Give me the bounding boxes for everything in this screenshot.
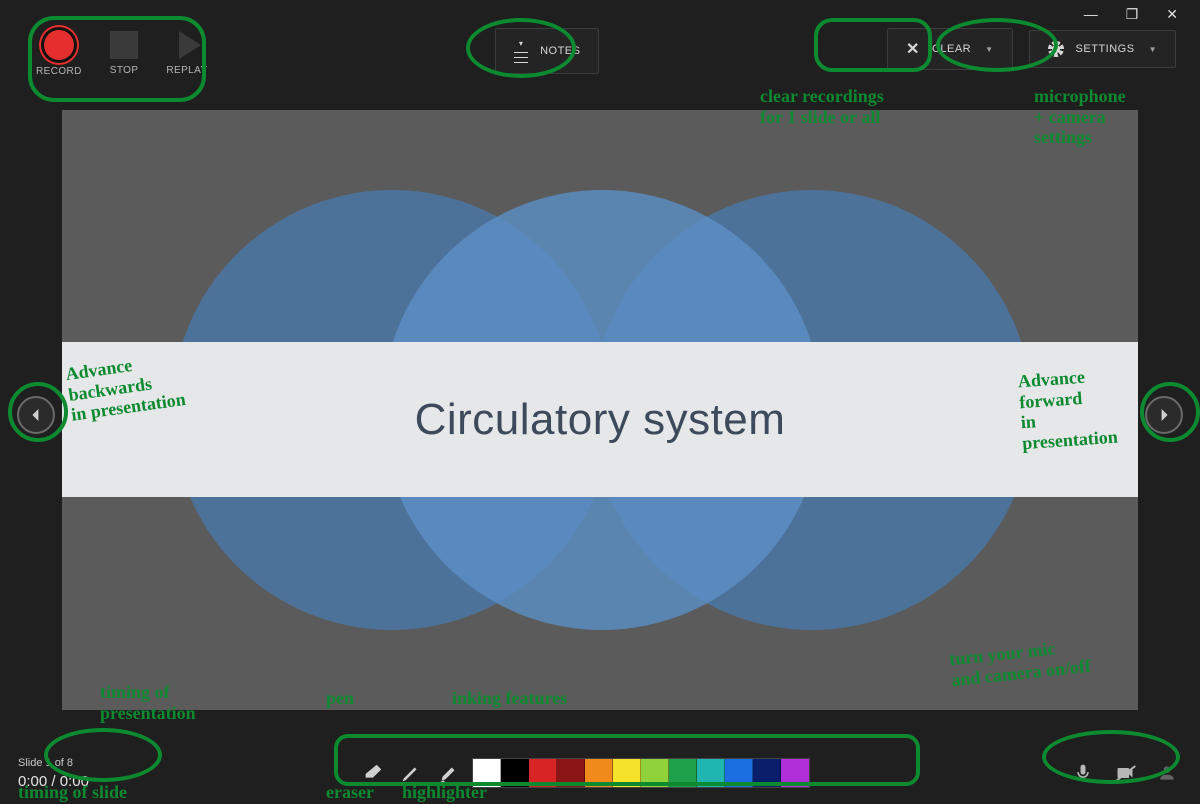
recording-controls: RECORD STOP REPLAY: [36, 28, 208, 77]
color-swatch[interactable]: [501, 759, 529, 787]
clear-label: CLEAR: [932, 43, 971, 55]
close-icon[interactable]: ✕: [1166, 7, 1178, 21]
slide-status: Slide 1 of 8 0:00 / 0:00: [18, 757, 138, 790]
notes-button[interactable]: NOTES: [495, 28, 599, 74]
elapsed-time: 0:00: [18, 773, 47, 790]
bottom-toolbar: Slide 1 of 8 0:00 / 0:00: [0, 742, 1200, 804]
total-time: 0:00: [60, 773, 89, 790]
record-icon: [44, 30, 74, 60]
color-swatch[interactable]: [697, 759, 725, 787]
top-toolbar: RECORD STOP REPLAY NOTES ✕ CLEAR ▼ SETTI…: [0, 28, 1200, 100]
settings-label: SETTINGS: [1076, 43, 1135, 55]
window-titlebar: — ❐ ✕: [0, 0, 1200, 28]
color-swatch[interactable]: [669, 759, 697, 787]
close-icon: ✕: [906, 39, 920, 59]
slide-title: Circulatory system: [415, 395, 786, 445]
gear-icon: [1048, 41, 1064, 57]
color-swatch[interactable]: [613, 759, 641, 787]
slide-title-band: Circulatory system: [62, 342, 1138, 497]
stop-button[interactable]: STOP: [110, 31, 139, 76]
color-swatch[interactable]: [753, 759, 781, 787]
maximize-icon[interactable]: ❐: [1126, 7, 1139, 21]
record-button[interactable]: RECORD: [36, 30, 82, 77]
color-swatch[interactable]: [725, 759, 753, 787]
stop-icon: [110, 31, 138, 59]
camera-toggle[interactable]: [1110, 758, 1140, 788]
previous-slide-button[interactable]: [17, 396, 55, 434]
stop-label: STOP: [110, 65, 139, 76]
clear-button[interactable]: ✕ CLEAR ▼: [887, 28, 1013, 70]
replay-button[interactable]: REPLAY: [166, 31, 207, 76]
minimize-icon[interactable]: —: [1084, 7, 1098, 21]
replay-label: REPLAY: [166, 65, 207, 76]
color-swatch[interactable]: [585, 759, 613, 787]
notes-label: NOTES: [540, 45, 580, 57]
color-swatch[interactable]: [557, 759, 585, 787]
color-swatches: [472, 758, 810, 788]
chevron-down-icon: ▼: [1149, 45, 1157, 54]
slide-stage: Circulatory system: [62, 110, 1138, 710]
ink-tools: [358, 758, 810, 788]
record-label: RECORD: [36, 66, 82, 77]
color-swatch[interactable]: [641, 759, 669, 787]
chevron-down-icon: ▼: [985, 45, 993, 54]
next-slide-button[interactable]: [1145, 396, 1183, 434]
slide-timer: 0:00 / 0:00: [18, 773, 138, 790]
settings-button[interactable]: SETTINGS ▼: [1029, 30, 1176, 68]
eraser-tool[interactable]: [358, 758, 388, 788]
color-swatch[interactable]: [781, 759, 809, 787]
color-swatch[interactable]: [473, 759, 501, 787]
notes-icon: [514, 39, 528, 63]
replay-icon: [179, 31, 201, 59]
highlighter-tool[interactable]: [434, 758, 464, 788]
slide-counter: Slide 1 of 8: [18, 757, 138, 769]
pen-tool[interactable]: [396, 758, 426, 788]
color-swatch[interactable]: [529, 759, 557, 787]
media-toggles: [1068, 758, 1182, 788]
cameo-toggle[interactable]: [1152, 758, 1182, 788]
microphone-toggle[interactable]: [1068, 758, 1098, 788]
